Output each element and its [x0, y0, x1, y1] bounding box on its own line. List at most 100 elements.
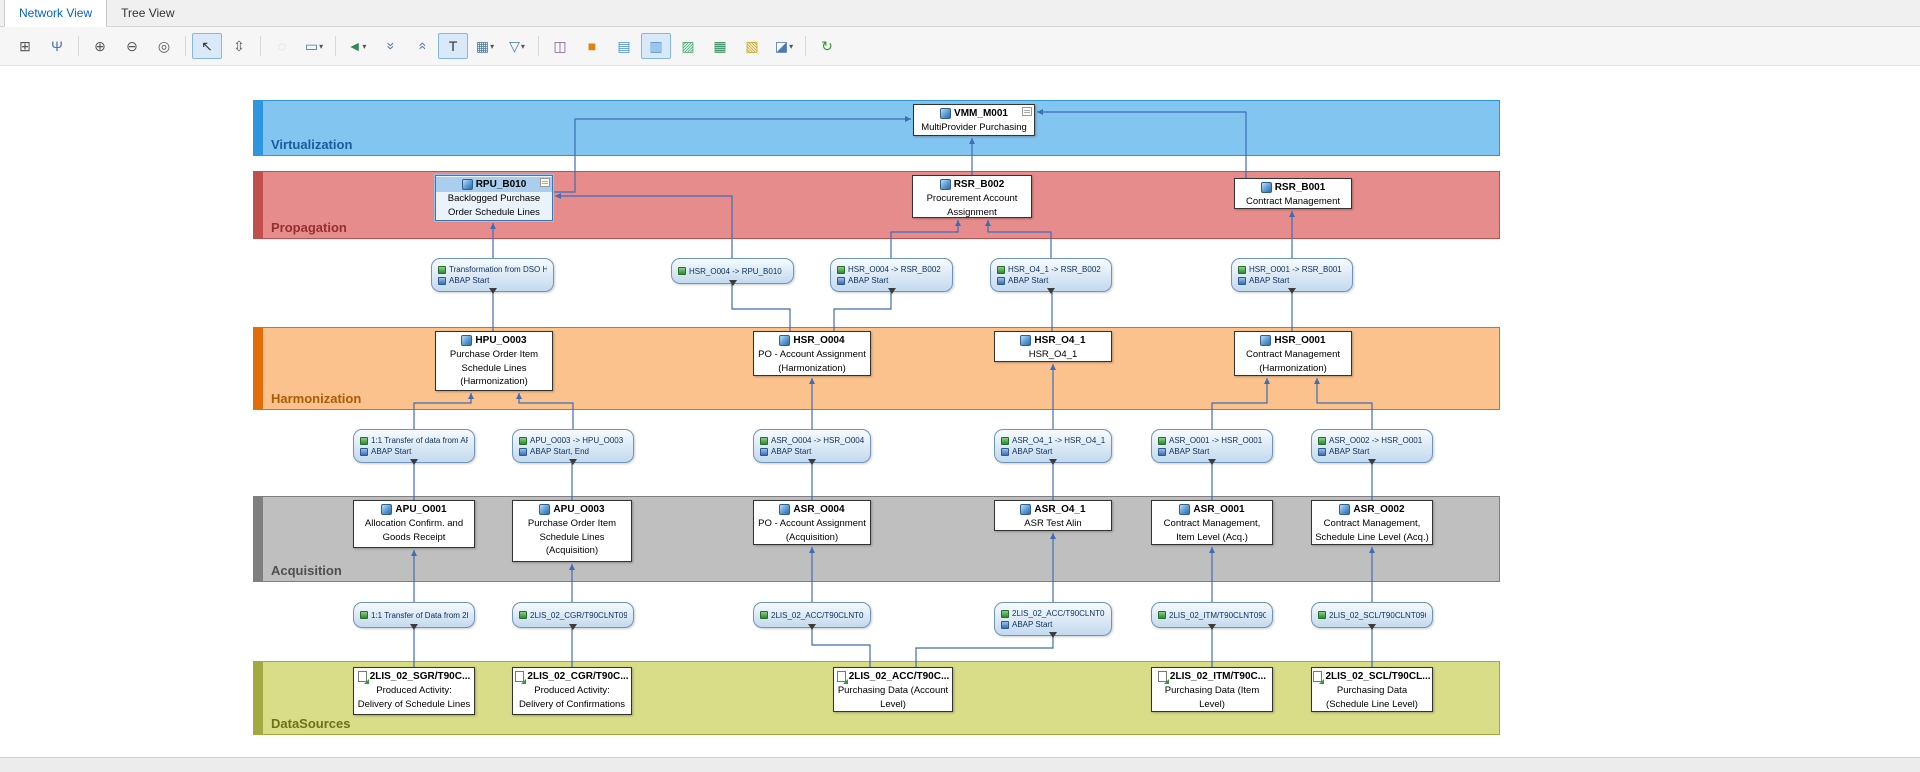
transform-TR3_SGR[interactable]: 1:1 Transfer of Data from 2LIS... — [353, 602, 475, 628]
transform-TR2_O001B[interactable]: ASR_O002 -> HSR_O001ABAP Start — [1311, 429, 1433, 463]
transform-TR3_ITM[interactable]: 2LIS_02_ITM/T90CLNT090 ->... — [1151, 602, 1273, 628]
node-VMM_M001[interactable]: VMM_M001MultiProvider Purchasing — [913, 104, 1035, 136]
lasso-select-icon: ◌ — [267, 33, 297, 59]
node-APU_O001[interactable]: APU_O001Allocation Confirm. andGoods Rec… — [353, 500, 475, 548]
transform-label: 2LIS_02_SCL/T90CLNT090 ->... — [1329, 610, 1426, 621]
input-arrow-icon — [729, 280, 737, 290]
node-description: MultiProvider Purchasing — [914, 121, 1034, 135]
transform-TR1_B002B[interactable]: HSR_O4_1 -> RSR_B002ABAP Start — [990, 258, 1112, 292]
tab-tree-view[interactable]: Tree View — [107, 0, 188, 26]
transformation-icon — [678, 267, 686, 275]
note-icon — [1022, 107, 1032, 116]
transform-TR1_B002A[interactable]: HSR_O004 -> RSR_B002ABAP Start — [830, 258, 953, 292]
abap-routine-icon — [1318, 448, 1326, 456]
node-ASR_O004[interactable]: ASR_O004PO - Account Assignment(Acquisit… — [753, 500, 871, 545]
transform-TR1_B001[interactable]: HSR_O001 -> RSR_B001ABAP Start — [1231, 258, 1353, 292]
node-description: Produced Activity: — [513, 684, 631, 698]
dropdown-caret-icon[interactable]: ▾ — [789, 42, 793, 51]
select-cursor-icon[interactable]: ↖ — [192, 33, 222, 59]
transform-TR1_DSO[interactable]: Transformation from DSO HP...ABAP Start — [431, 258, 554, 292]
layer-blue-icon[interactable]: ▤ — [609, 33, 639, 59]
pin-layout-icon-glyph: Ψ — [51, 38, 63, 54]
node-ASR_O001[interactable]: ASR_O001Contract Management,Item Level (… — [1151, 500, 1273, 545]
transformation-icon — [438, 266, 446, 274]
zoom-fit-icon[interactable]: ◎ — [149, 33, 179, 59]
transform-TR3_ACCA[interactable]: 2LIS_02_ACC/T90CLNT090 ->... — [753, 602, 871, 628]
transform-TR3_ACCB[interactable]: 2LIS_02_ACC/T90CLNT090 ->...ABAP Start — [994, 602, 1112, 636]
node-RSR_B002[interactable]: RSR_B002Procurement AccountAssignment — [912, 175, 1032, 218]
node-DS_ITM[interactable]: 2LIS_02_ITM/T90C...Purchasing Data (Item… — [1151, 667, 1273, 712]
node-description: Delivery of Confirmations — [513, 698, 631, 712]
node-DS_ACC[interactable]: 2LIS_02_ACC/T90C...Purchasing Data (Acco… — [833, 667, 953, 712]
package-icon-glyph: ◫ — [553, 38, 566, 55]
chart-icon[interactable]: ◪▾ — [769, 33, 799, 59]
node-description: Contract Management — [1235, 195, 1351, 209]
filter-icon[interactable]: ▽▾ — [502, 33, 532, 59]
refresh-icon[interactable]: ↻ — [812, 33, 842, 59]
node-description: Schedule Line Level (Acq.) — [1312, 531, 1432, 545]
transform-TR2_APU1[interactable]: 1:1 Transfer of data from APU...ABAP Sta… — [353, 429, 475, 463]
transform-TR2_O004[interactable]: ASR_O004 -> HSR_O004ABAP Start — [753, 429, 871, 463]
zoom-out-icon[interactable]: ⊖ — [117, 33, 147, 59]
transformation-icon — [1001, 610, 1009, 618]
node-description: Contract Management, — [1152, 517, 1272, 531]
node-RPU_B010[interactable]: RPU_B010Backlogged PurchaseOrder Schedul… — [435, 175, 553, 221]
transform-TR2_APU3[interactable]: APU_O003 -> HPU_O003ABAP Start, End — [512, 429, 634, 463]
infoprovider-icon — [779, 335, 790, 346]
pan-hand-icon[interactable]: ⇳ — [224, 33, 254, 59]
data-preview-icon[interactable]: ▦ — [705, 33, 735, 59]
node-description: HSR_O4_1 — [995, 348, 1111, 362]
transform-TR2_O41[interactable]: ASR_O4_1 -> HSR_O4_1ABAP Start — [994, 429, 1112, 463]
transformation-icon — [360, 611, 368, 619]
expand-all-icon[interactable]: » — [406, 33, 436, 59]
node-ASR_O4_1[interactable]: ASR_O4_1ASR Test Alin — [994, 500, 1112, 531]
dropdown-caret-icon[interactable]: ▾ — [362, 42, 366, 51]
zoom-in-icon[interactable]: ⊕ — [85, 33, 115, 59]
dropdown-caret-icon[interactable]: ▾ — [319, 42, 323, 51]
package-icon[interactable]: ◫ — [545, 33, 575, 59]
transform-label: HSR_O004 -> RSR_B002 — [848, 264, 941, 275]
node-description: Purchasing Data — [1312, 684, 1432, 698]
legend-icon[interactable]: ■ — [577, 33, 607, 59]
node-HSR_O004[interactable]: HSR_O004PO - Account Assignment(Harmoniz… — [753, 331, 871, 376]
layer-highlight-icon[interactable]: ▥ — [641, 33, 671, 59]
datasource-icon — [1313, 671, 1322, 682]
toolbar-separator — [335, 36, 336, 56]
transform-TR1_RPU[interactable]: HSR_O004 -> RPU_B010 — [671, 258, 794, 284]
layer-strip-propagation — [254, 172, 263, 238]
transform-TR2_O001A[interactable]: ASR_O001 -> HSR_O001ABAP Start — [1151, 429, 1273, 463]
node-DS_CGR[interactable]: 2LIS_02_CGR/T90C...Produced Activity:Del… — [512, 667, 632, 715]
node-DS_SGR[interactable]: 2LIS_02_SGR/T90C...Produced Activity:Del… — [353, 667, 475, 715]
infoprovider-icon — [1020, 504, 1031, 515]
align-nodes-icon[interactable]: ◄▾ — [342, 33, 372, 59]
node-ASR_O002[interactable]: ASR_O002Contract Management,Schedule Lin… — [1311, 500, 1433, 545]
node-RSR_B001[interactable]: RSR_B001Contract Management — [1234, 178, 1352, 209]
node-HSR_O4_1[interactable]: HSR_O4_1HSR_O4_1 — [994, 331, 1112, 362]
node-HSR_O001[interactable]: HSR_O001Contract Management(Harmonizatio… — [1234, 331, 1352, 376]
insert-node-icon[interactable]: ▭▾ — [299, 33, 329, 59]
transform-label: 1:1 Transfer of Data from 2LIS... — [371, 610, 468, 621]
toolbar-separator — [260, 36, 261, 56]
node-title: HPU_O003 — [475, 335, 526, 346]
grid-layout-icon[interactable]: ⊞ — [10, 33, 40, 59]
transform-label: APU_O003 -> HPU_O003 — [530, 435, 623, 446]
pin-layout-icon[interactable]: Ψ — [42, 33, 72, 59]
table-view-icon[interactable]: ▦▾ — [470, 33, 500, 59]
transform-TR3_CGR[interactable]: 2LIS_02_CGR/T90CLNT090 ->... — [512, 602, 634, 628]
text-tool-icon[interactable]: T — [438, 33, 468, 59]
tab-network-view[interactable]: Network View — [4, 0, 107, 27]
transformation-icon — [1318, 437, 1326, 445]
collapse-all-icon[interactable]: « — [374, 33, 404, 59]
node-APU_O003[interactable]: APU_O003Purchase Order ItemSchedule Line… — [512, 500, 632, 562]
node-title: ASR_O4_1 — [1034, 504, 1085, 515]
node-HPU_O003[interactable]: HPU_O003Purchase Order ItemSchedule Line… — [435, 331, 553, 391]
select-cursor-icon-glyph: ↖ — [201, 38, 213, 55]
transform-TR3_SCL[interactable]: 2LIS_02_SCL/T90CLNT090 ->... — [1311, 602, 1433, 628]
dropdown-caret-icon[interactable]: ▾ — [490, 42, 494, 51]
dropdown-caret-icon[interactable]: ▾ — [521, 42, 525, 51]
export-table-icon[interactable]: ▧ — [737, 33, 767, 59]
node-DS_SCL[interactable]: 2LIS_02_SCL/T90CL...Purchasing Data(Sche… — [1311, 667, 1433, 712]
node-description: PO - Account Assignment — [754, 517, 870, 531]
input-arrow-icon — [1288, 288, 1296, 298]
layer-green-icon[interactable]: ▨ — [673, 33, 703, 59]
